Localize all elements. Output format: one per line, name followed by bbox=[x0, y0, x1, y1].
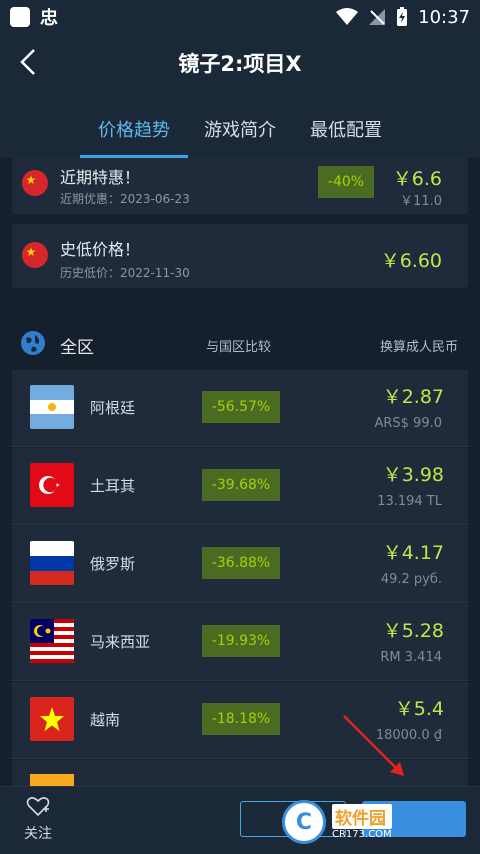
country-name: 越南 bbox=[90, 711, 121, 729]
compare-percent: -18.18% bbox=[202, 703, 280, 735]
tab-price-trend[interactable]: 价格趋势 bbox=[80, 92, 188, 158]
watermark-logo: C bbox=[282, 800, 326, 844]
local-price: 13.194 TL bbox=[377, 494, 442, 509]
recent-deal-title: 近期特惠！ bbox=[60, 168, 141, 187]
argentina-flag-icon bbox=[30, 385, 74, 429]
tab-bar: 价格趋势 游戏简介 最低配置 bbox=[0, 92, 480, 158]
compare-percent: -19.93% bbox=[202, 625, 280, 657]
cny-column-header: 换算成人民币 bbox=[379, 340, 458, 355]
lowest-price-card: ★ 史低价格！ 历史低价：2022-11-30 ￥6.60 bbox=[12, 224, 468, 288]
app-header: 镜子2:项目X bbox=[0, 34, 480, 92]
china-flag-icon: ★ bbox=[22, 170, 48, 196]
cny-price: ￥2.87 bbox=[382, 386, 444, 408]
country-name: 马来西亚 bbox=[90, 633, 151, 651]
china-flag-icon: ★ bbox=[22, 242, 48, 268]
site-watermark: C 软件园 CR173.COM bbox=[282, 798, 462, 846]
local-price: RM 3.414 bbox=[380, 650, 442, 665]
recent-deal-discount: -40% bbox=[318, 166, 374, 198]
recent-deal-old-price: ￥11.0 bbox=[400, 194, 442, 209]
compare-percent: -39.68% bbox=[202, 469, 280, 501]
compare-percent: -56.57% bbox=[202, 391, 280, 423]
lowest-price-date: 历史低价：2022-11-30 bbox=[60, 266, 190, 280]
region-row[interactable]: 俄罗斯 -36.88% ￥4.17 49.2 руб. bbox=[12, 526, 468, 603]
tab-game-intro[interactable]: 游戏简介 bbox=[204, 92, 276, 158]
region-row[interactable]: 阿根廷 -56.57% ￥2.87 ARS$ 99.0 bbox=[12, 370, 468, 447]
compare-percent: -36.88% bbox=[202, 547, 280, 579]
cny-price: ￥5.28 bbox=[382, 620, 444, 642]
battery-icon bbox=[397, 7, 408, 26]
recent-deal-date: 近期优惠：2023-06-23 bbox=[60, 192, 190, 206]
partial-flag-icon bbox=[30, 774, 74, 786]
page-title: 镜子2:项目X bbox=[178, 52, 302, 76]
region-row[interactable]: 马来西亚 -19.93% ￥5.28 RM 3.414 bbox=[12, 604, 468, 681]
malaysia-flag-icon bbox=[30, 619, 74, 663]
region-section-header: 全区 与国区比较 换算成人民币 bbox=[0, 330, 480, 358]
status-bar: 忠 10:37 bbox=[0, 0, 480, 34]
lowest-price-title: 史低价格！ bbox=[60, 240, 141, 259]
back-arrow-icon[interactable] bbox=[14, 46, 46, 78]
region-row[interactable]: 土耳其 -39.68% ￥3.98 13.194 TL bbox=[12, 448, 468, 525]
follow-button[interactable]: 关注 bbox=[18, 795, 58, 843]
cny-price: ￥3.98 bbox=[382, 464, 444, 486]
cny-price: ￥4.17 bbox=[382, 542, 444, 564]
follow-label: 关注 bbox=[24, 826, 52, 842]
watermark-text: 软件园 bbox=[332, 804, 392, 829]
turkey-flag-icon bbox=[30, 463, 74, 507]
recent-deal-card: ★ 近期特惠！ 近期优惠：2023-06-23 -40% ￥6.6 ￥11.0 bbox=[12, 158, 468, 214]
recent-deal-price: ￥6.6 bbox=[392, 168, 442, 190]
country-name: 俄罗斯 bbox=[90, 555, 136, 573]
no-signal-icon bbox=[369, 9, 386, 25]
local-price: ARS$ 99.0 bbox=[374, 416, 442, 431]
compare-column-header: 与国区比较 bbox=[206, 340, 272, 355]
lowest-price-value: ￥6.60 bbox=[380, 250, 442, 272]
watermark-domain: CR173.COM bbox=[332, 829, 392, 840]
app-icon bbox=[10, 7, 30, 27]
notification-icon: 忠 bbox=[40, 8, 58, 29]
region-section-title: 全区 bbox=[60, 338, 94, 358]
heart-plus-icon bbox=[26, 797, 50, 817]
tab-min-config[interactable]: 最低配置 bbox=[310, 92, 382, 158]
russia-flag-icon bbox=[30, 541, 74, 585]
clock: 10:37 bbox=[418, 6, 470, 28]
country-name: 土耳其 bbox=[90, 477, 136, 495]
globe-icon bbox=[21, 331, 45, 355]
red-arrow-annotation bbox=[343, 715, 404, 776]
local-price: 49.2 руб. bbox=[380, 572, 442, 587]
country-name: 阿根廷 bbox=[90, 399, 136, 417]
wifi-icon bbox=[336, 8, 359, 25]
vietnam-flag-icon bbox=[30, 697, 74, 741]
